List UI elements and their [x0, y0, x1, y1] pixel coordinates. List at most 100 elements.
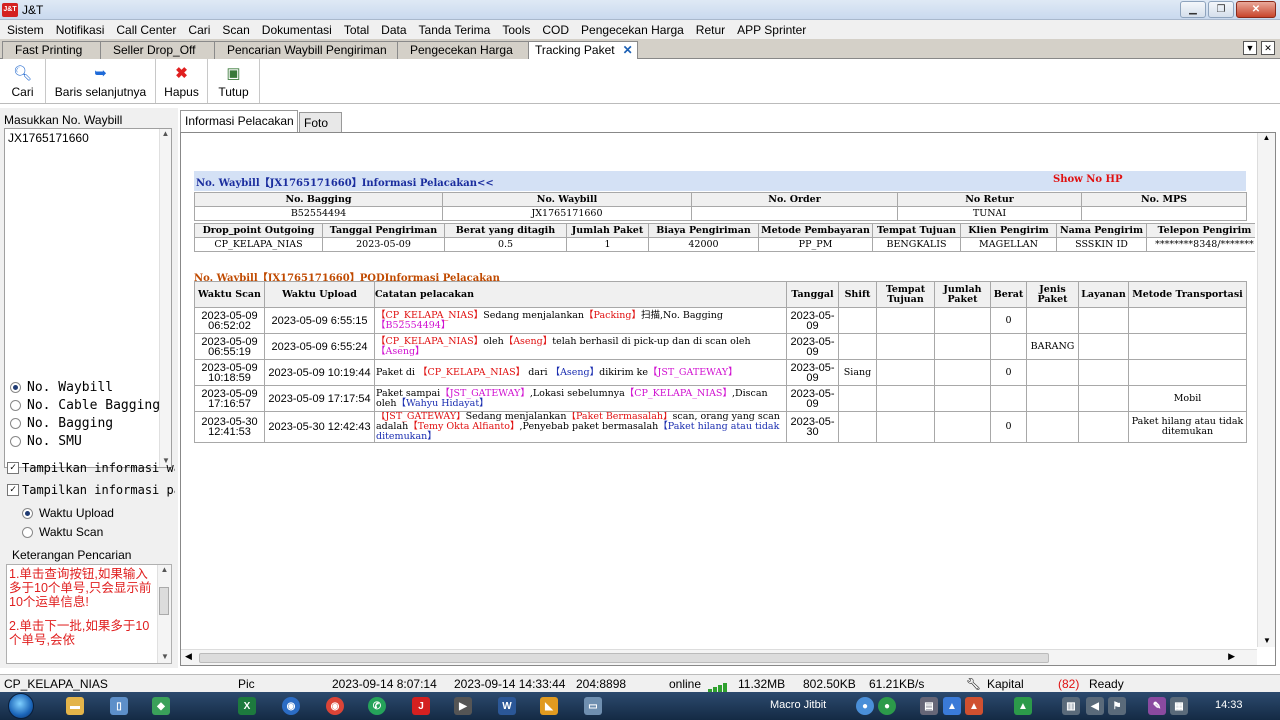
tab-pencarian-waybill[interactable]: Pencarian Waybill Pengiriman	[214, 41, 398, 59]
tab-close-icon[interactable]: ✕	[623, 43, 633, 57]
close-window-icon[interactable]: ✕	[1236, 1, 1276, 18]
checkbox-tampilkan-waybill[interactable]: ✓ Tampilkan informasi way	[7, 461, 175, 475]
notes-scrollbar[interactable]: ▲ ▼	[157, 565, 171, 663]
menu-sistem[interactable]: Sistem	[0, 23, 49, 37]
cari-button[interactable]: 🔍︎ Cari	[0, 59, 46, 103]
scroll-up-icon[interactable]: ▲	[160, 129, 171, 138]
tab-pengecekan-harga[interactable]: Pengecekan Harga	[397, 41, 529, 59]
radio-waktu-upload[interactable]: Waktu Upload	[22, 506, 114, 520]
tab-list-dropdown-icon[interactable]: ▼	[1243, 41, 1257, 55]
tracking-row: 2023-05-09 10:18:59 2023-05-09 10:19:44 …	[194, 359, 1247, 386]
tray-icon-4[interactable]: ▲	[965, 697, 983, 715]
radio-no-cable-bagging[interactable]: No. Cable Bagging	[10, 396, 160, 414]
title-bar: J&T J&T ▁ ❐ ✕	[0, 0, 1280, 20]
app-icon[interactable]: ◆	[152, 697, 170, 715]
notes-scroll-thumb[interactable]	[159, 587, 169, 615]
browser-icon[interactable]: ◉	[282, 697, 300, 715]
menu-total[interactable]: Total	[337, 23, 374, 37]
menu-cod[interactable]: COD	[535, 23, 574, 37]
menu-data[interactable]: Data	[374, 23, 411, 37]
macro-jitbit-label[interactable]: Macro Jitbit	[770, 699, 826, 711]
content-horizontal-scrollbar[interactable]: ◀ ▶	[181, 649, 1257, 665]
status-ready: Ready	[1089, 677, 1124, 691]
scroll-left-icon[interactable]: ◀	[185, 651, 192, 662]
tab-close-all-icon[interactable]: ✕	[1261, 41, 1275, 55]
table-cell: BENGKALIS	[872, 237, 961, 252]
menu-tools[interactable]: Tools	[495, 23, 535, 37]
menu-call-center[interactable]: Call Center	[109, 23, 181, 37]
network-icon[interactable]: ▥	[1062, 697, 1080, 715]
status-code: 204:8898	[576, 677, 627, 691]
tray-icon-6[interactable]: ▦	[1170, 697, 1188, 715]
menu-scan[interactable]: Scan	[215, 23, 254, 37]
restore-icon[interactable]: ❐	[1208, 1, 1234, 18]
radio-no-smu[interactable]: No. SMU	[10, 432, 160, 450]
menu-dokumentasi[interactable]: Dokumentasi	[255, 23, 337, 37]
note-1: 1.单击查询按钮,如果输入多于10个单号,只会显示前10个运单信息!	[9, 567, 152, 609]
status-current-time: 2023-09-14 14:33:44	[454, 677, 566, 691]
excel-icon[interactable]: X	[238, 697, 256, 715]
table-header-row: Drop_point Outgoing Tanggal Pengiriman B…	[194, 223, 1255, 238]
tray-icon-3[interactable]: ▲	[943, 697, 961, 715]
chrome-icon[interactable]: ◉	[326, 697, 344, 715]
tab-fast-printing[interactable]: Fast Printing	[2, 41, 106, 59]
media-icon[interactable]: ▶	[454, 697, 472, 715]
waybill-input-label: Masukkan No. Waybill	[4, 113, 123, 127]
printer-icon[interactable]: ▤	[920, 697, 938, 715]
document-icon[interactable]: ▯	[110, 697, 128, 715]
tab-seller-drop-off[interactable]: Seller Drop_Off	[100, 41, 218, 59]
radio-waktu-scan[interactable]: Waktu Scan	[22, 525, 103, 539]
menu-retur[interactable]: Retur	[689, 23, 730, 37]
tab-foto[interactable]: Foto	[299, 112, 342, 132]
scroll-up-icon[interactable]: ▲	[158, 565, 171, 574]
menu-app-sprinter[interactable]: APP Sprinter	[730, 23, 811, 37]
radio-no-bagging[interactable]: No. Bagging	[10, 414, 160, 432]
jnt-app-icon[interactable]: J	[412, 697, 430, 715]
tray-icon-5[interactable]: ✎	[1148, 697, 1166, 715]
menu-tanda-terima[interactable]: Tanda Terima	[412, 23, 496, 37]
tab-informasi-pelacakan[interactable]: Informasi Pelacakan	[180, 110, 298, 133]
scroll-down-icon[interactable]: ▼	[158, 652, 171, 661]
tray-icon-1[interactable]: ●	[856, 697, 874, 715]
scroll-right-icon[interactable]: ▶	[1228, 651, 1235, 662]
weight: 0	[990, 307, 1027, 334]
tutup-button[interactable]: ▣ Tutup	[208, 59, 260, 103]
hapus-button[interactable]: ✖ Hapus	[156, 59, 208, 103]
radio-no-waybill[interactable]: No. Waybill	[10, 378, 160, 396]
signal-icon	[708, 679, 728, 693]
tray-icon-2[interactable]: ●	[878, 697, 896, 715]
table-cell	[691, 206, 898, 221]
package-count	[934, 359, 991, 386]
scroll-up-icon[interactable]: ▲	[1258, 133, 1275, 142]
window-icon[interactable]: ▭	[584, 697, 602, 715]
start-button-icon[interactable]	[8, 693, 34, 719]
menu-notifikasi[interactable]: Notifikasi	[49, 23, 110, 37]
app-window-icon[interactable]: ◣	[540, 697, 558, 715]
header-cell: Layanan	[1078, 281, 1129, 308]
transport	[1128, 333, 1247, 360]
drive-icon[interactable]: ▲	[1014, 697, 1032, 715]
tracking-note: 【JST_GATEWAY】Sedang menjalankan【Paket Be…	[374, 411, 787, 443]
tab-tracking-paket[interactable]: Tracking Paket ✕	[528, 41, 638, 60]
note-segment: 【Aseng】	[550, 366, 600, 378]
menu-pengecekan-harga[interactable]: Pengecekan Harga	[574, 23, 689, 37]
flag-icon[interactable]: ⚑	[1108, 697, 1126, 715]
waybill-scrollbar[interactable]: ▲ ▼	[159, 129, 171, 467]
scroll-down-icon[interactable]: ▼	[1258, 636, 1276, 645]
content-vertical-scrollbar[interactable]: ▲ ▼	[1257, 133, 1275, 647]
checkbox-tampilkan-paket[interactable]: ✓ Tampilkan informasi pak	[7, 483, 175, 497]
baris-selanjutnya-button[interactable]: ➥ Baris selanjutnya	[46, 59, 156, 103]
transport	[1128, 359, 1247, 386]
whatsapp-icon[interactable]: ✆	[368, 697, 386, 715]
menu-bar: Sistem Notifikasi Call Center Cari Scan …	[0, 20, 1280, 39]
header-cell: Metode Pembayaran	[758, 223, 873, 238]
show-hp-link[interactable]: Show No HP	[1053, 174, 1123, 185]
tracking-row: 2023-05-09 06:52:02 2023-05-09 6:55:15 【…	[194, 307, 1247, 334]
volume-icon[interactable]: ◀	[1086, 697, 1104, 715]
horizontal-scroll-thumb[interactable]	[199, 653, 1049, 663]
folder-icon[interactable]: ▬	[66, 697, 84, 715]
word-icon[interactable]: W	[498, 697, 516, 715]
waybill-input-value: JX1765171660	[8, 131, 89, 145]
minimize-icon[interactable]: ▁	[1180, 1, 1206, 18]
menu-cari[interactable]: Cari	[181, 23, 215, 37]
